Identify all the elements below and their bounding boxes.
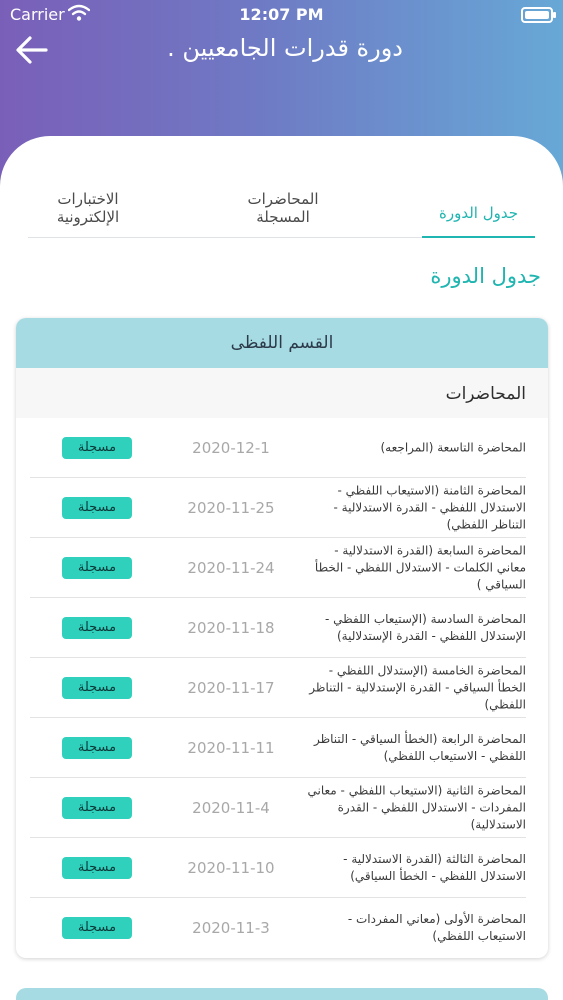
lecture-row[interactable]: المحاضرة الثانية (الاستيعاب اللفظي - معا… [30, 778, 526, 838]
page-title: دورة قدرات الجامعيين . [167, 34, 403, 62]
content-sheet: جدول الدورة المحاضرات المسجلة الاختبارات… [0, 136, 563, 1000]
recorded-badge[interactable]: مسجلة [62, 496, 132, 519]
status-bar: Carrier 12:07 PM [0, 0, 563, 30]
lecture-title: المحاضرة الثالثة (القدرة الاستدلالية - ا… [343, 851, 526, 883]
lecture-title: المحاضرة الثامنة (الاستيعاب اللفظي - الا… [333, 483, 526, 531]
lecture-title: المحاضرة التاسعة (المراجعه) [380, 440, 527, 454]
lectures-label: المحاضرات [16, 368, 548, 418]
lecture-date: 2020-11-24 [187, 558, 275, 577]
lecture-date: 2020-12-1 [192, 438, 270, 457]
recorded-badge[interactable]: مسجلة [62, 736, 132, 759]
lecture-row[interactable]: المحاضرة الرابعة (الخطأ السياقي - التناظ… [30, 718, 526, 778]
lecture-date: 2020-11-25 [187, 498, 275, 517]
lecture-row[interactable]: المحاضرة الثامنة (الاستيعاب اللفظي - الا… [30, 478, 526, 538]
recorded-badge[interactable]: مسجلة [62, 556, 132, 579]
lecture-title: المحاضرة الرابعة (الخطأ السياقي - التناظ… [313, 731, 526, 763]
lecture-title: المحاضرة السابعة (القدرة الاستدلالية - م… [314, 543, 526, 591]
lecture-title: المحاضرة الثانية (الاستيعاب اللفظي - معا… [307, 783, 526, 831]
tab-bar: جدول الدورة المحاضرات المسجلة الاختبارات… [28, 190, 535, 238]
tab-course-schedule[interactable]: جدول الدورة [422, 190, 535, 238]
lecture-row[interactable]: المحاضرة السادسة (الإستيعاب اللفظي - الإ… [30, 598, 526, 658]
battery-icon [521, 7, 556, 23]
lecture-row[interactable]: المحاضرة التاسعة (المراجعه) 2020-12-1 مس… [30, 418, 526, 478]
lecture-row[interactable]: المحاضرة السابعة (القدرة الاستدلالية - م… [30, 538, 526, 598]
app-header: دورة قدرات الجامعيين . [0, 30, 563, 90]
lecture-date: 2020-11-10 [187, 858, 275, 877]
lecture-date: 2020-11-3 [192, 919, 270, 937]
tab-electronic-exams[interactable]: الاختبارات الإلكترونية [28, 190, 148, 238]
lecture-date: 2020-11-11 [187, 738, 275, 757]
lecture-list: المحاضرة التاسعة (المراجعه) 2020-12-1 مس… [16, 418, 548, 958]
lecture-row[interactable]: المحاضرة الثالثة (القدرة الاستدلالية - ا… [30, 838, 526, 898]
lecture-row[interactable]: المحاضرة الخامسة (الإستدلال اللفظي - الخ… [30, 658, 526, 718]
status-time: 12:07 PM [239, 5, 324, 24]
recorded-badge[interactable]: مسجلة [62, 616, 132, 639]
recorded-badge[interactable]: مسجلة [62, 856, 132, 879]
lecture-title: المحاضرة السادسة (الإستيعاب اللفظي - الإ… [325, 611, 526, 643]
recorded-badge[interactable]: مسجلة [62, 676, 132, 699]
tab-recorded-lectures[interactable]: المحاضرات المسجلة [228, 190, 338, 238]
section-title: جدول الدورة [430, 264, 541, 288]
schedule-card: القسم اللفظى المحاضرات المحاضرة التاسعة … [16, 318, 548, 958]
arrow-left-icon [16, 36, 48, 64]
lecture-title: المحاضرة الخامسة (الإستدلال اللفظي - الخ… [309, 663, 526, 711]
lecture-row[interactable]: المحاضرة الأولى (معاني المفردات - الاستي… [30, 898, 526, 958]
recorded-badge[interactable]: مسجلة [62, 917, 132, 939]
card-title[interactable]: القسم اللفظى [16, 318, 548, 368]
lecture-date: 2020-11-18 [187, 618, 275, 637]
back-button[interactable] [14, 34, 54, 70]
lecture-title: المحاضرة الأولى (معاني المفردات - الاستي… [347, 912, 526, 943]
recorded-badge[interactable]: مسجلة [62, 436, 132, 459]
lecture-date: 2020-11-17 [187, 678, 275, 697]
recorded-badge[interactable]: مسجلة [62, 796, 132, 819]
next-section-card[interactable] [16, 988, 548, 1000]
lecture-date: 2020-11-4 [192, 798, 270, 817]
